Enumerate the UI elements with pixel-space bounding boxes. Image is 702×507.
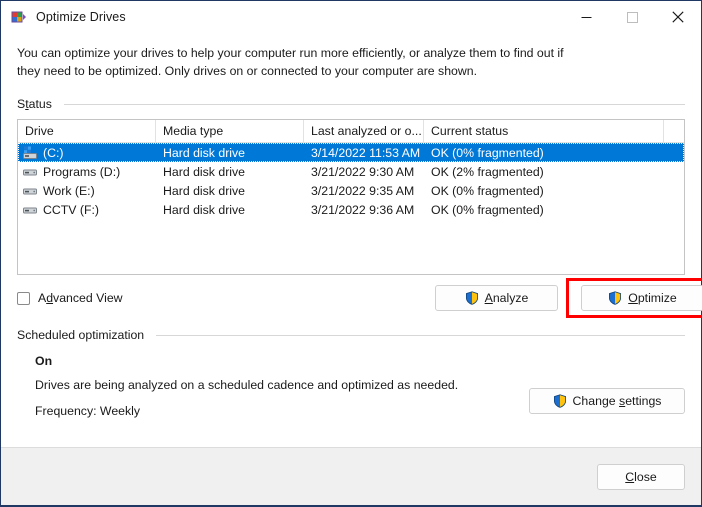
cell-drive: (C:) (18, 145, 156, 161)
shield-icon (608, 291, 622, 305)
cell-current-status: OK (0% fragmented) (431, 202, 544, 217)
optimize-drives-window: Optimize Drives You can optimize your dr… (0, 0, 702, 507)
drive-icon (22, 183, 38, 199)
window-controls (563, 1, 701, 33)
status-group-header: Status (17, 97, 685, 111)
dialog-body: You can optimize your drives to help you… (1, 33, 702, 447)
cell-last-analyzed: 3/21/2022 9:36 AM (311, 202, 415, 217)
table-row[interactable]: (C:) Hard disk drive 3/14/2022 11:53 AM … (18, 143, 684, 162)
cell-current-status: OK (2% fragmented) (431, 164, 544, 179)
shield-icon (465, 291, 479, 305)
title-bar: Optimize Drives (1, 1, 701, 33)
dialog-description: You can optimize your drives to help you… (17, 46, 564, 78)
advanced-view-checkbox[interactable]: Advanced View (17, 291, 123, 305)
maximize-icon[interactable] (609, 1, 655, 33)
cell-drive: Programs (D:) (18, 164, 156, 180)
table-row[interactable]: Programs (D:) Hard disk drive 3/21/2022 … (18, 162, 684, 181)
cell-drive-label: (C:) (43, 145, 64, 160)
cell-media-type: Hard disk drive (163, 202, 246, 217)
shield-icon (553, 394, 567, 408)
cell-media-type: Hard disk drive (163, 183, 246, 198)
cell-current-status: OK (0% fragmented) (431, 183, 544, 198)
column-header-last-analyzed[interactable]: Last analyzed or o... (304, 120, 424, 142)
drive-icon (22, 202, 38, 218)
status-group-rule (63, 103, 685, 105)
analyze-button[interactable]: Analyze (435, 285, 558, 311)
cell-last-analyzed: 3/14/2022 11:53 AM (311, 145, 421, 160)
defrag-icon (11, 9, 27, 25)
system-drive-icon (22, 145, 38, 161)
column-header-drive[interactable]: Drive (18, 120, 156, 142)
table-row[interactable]: CCTV (F:) Hard disk drive 3/21/2022 9:36… (18, 200, 684, 219)
minimize-icon[interactable] (563, 1, 609, 33)
close-button[interactable]: Close (597, 463, 685, 490)
cell-drive: CCTV (F:) (18, 202, 156, 218)
list-actions-row: Advanced View Analyze Optimize (17, 278, 702, 318)
optimize-button-label: Optimize (628, 291, 677, 305)
scheduled-group-header: Scheduled optimization (17, 328, 685, 342)
drives-list[interactable]: Drive Media type Last analyzed or o... C… (17, 119, 685, 275)
cell-last-analyzed: 3/21/2022 9:35 AM (311, 183, 415, 198)
cell-last-analyzed: 3/21/2022 9:30 AM (311, 164, 415, 179)
checkbox-box[interactable] (17, 291, 30, 305)
window-title: Optimize Drives (36, 10, 126, 24)
status-group-label: Status (17, 97, 52, 111)
advanced-view-label: Advanced View (38, 291, 123, 305)
scheduled-group-label: Scheduled optimization (17, 328, 145, 342)
change-settings-label: Change settings (572, 394, 662, 408)
table-row[interactable]: Work (E:) Hard disk drive 3/21/2022 9:35… (18, 181, 684, 200)
column-header-media-type[interactable]: Media type (156, 120, 304, 142)
column-header-current-status[interactable]: Current status (424, 120, 664, 142)
cell-drive-label: CCTV (F:) (43, 202, 100, 217)
cell-current-status: OK (0% fragmented) (431, 145, 544, 160)
close-button-label: Close (625, 469, 657, 484)
close-icon[interactable] (655, 1, 701, 33)
optimize-button[interactable]: Optimize (581, 285, 702, 311)
schedule-state: On (35, 354, 53, 368)
cell-media-type: Hard disk drive (163, 145, 246, 160)
drive-icon (22, 164, 38, 180)
cell-media-type: Hard disk drive (163, 164, 246, 179)
cell-drive-label: Programs (D:) (43, 164, 121, 179)
scheduled-group-rule (156, 334, 685, 336)
cell-drive-label: Work (E:) (43, 183, 95, 198)
change-settings-button[interactable]: Change settings (529, 388, 685, 414)
dialog-footer: Close (1, 447, 701, 505)
analyze-button-label: Analyze (484, 291, 529, 305)
column-header-spacer[interactable] (664, 120, 684, 142)
drives-list-header: Drive Media type Last analyzed or o... C… (18, 120, 684, 143)
cell-drive: Work (E:) (18, 183, 156, 199)
